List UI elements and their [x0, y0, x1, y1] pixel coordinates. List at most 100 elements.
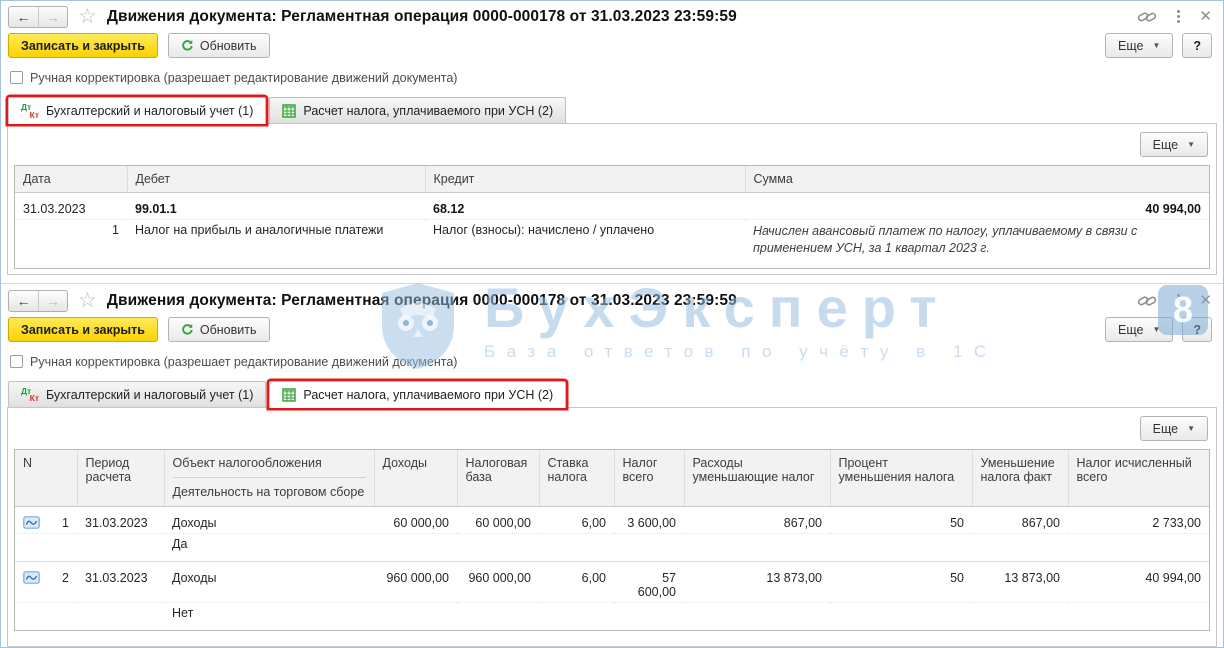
more-label: Еще [1118, 322, 1144, 337]
cell-percent[interactable]: 50 [830, 561, 972, 602]
tab-usn[interactable]: Расчет налога, уплачиваемого при УСН (2) [269, 97, 567, 123]
cell-expenses[interactable]: 13 873,00 [684, 561, 830, 602]
link-icon[interactable] [1136, 8, 1158, 26]
back-button[interactable]: ← [9, 291, 38, 311]
table-row-details[interactable]: Нет [15, 601, 1209, 630]
refresh-icon [182, 323, 193, 335]
tab-accounting[interactable]: Дт Кт Бухгалтерский и налоговый учет (1) [8, 97, 267, 124]
col-trade-activity-label: Деятельность на торговом сборе [172, 477, 366, 499]
col-amount: Сумма [745, 166, 1209, 193]
cell-percent[interactable]: 50 [830, 506, 972, 533]
table-row[interactable]: 31.03.2023 99.01.1 68.12 40 994,00 [15, 193, 1209, 220]
cell-expenses[interactable]: 867,00 [684, 506, 830, 533]
table-row[interactable]: 1 31.03.2023 Доходы 60 000,00 60 000,00 … [15, 506, 1209, 533]
cell-income[interactable]: 60 000,00 [374, 506, 457, 533]
row-number: 2 [62, 570, 69, 585]
cell-debit-account[interactable]: 99.01.1 [127, 193, 425, 220]
save-close-button[interactable]: Записать и закрыть [8, 317, 158, 342]
cell-period[interactable]: 31.03.2023 [77, 506, 164, 533]
manual-adjustment-checkbox[interactable] [10, 71, 23, 84]
help-button[interactable]: ? [1182, 317, 1212, 342]
col-tax-calculated: Налог исчисленный всего [1068, 450, 1209, 507]
panel-more-button[interactable]: Еще ▼ [1139, 132, 1208, 157]
col-income: Доходы [374, 450, 458, 507]
col-n: N [15, 450, 78, 507]
movements-table: Дата Дебет Кредит Сумма 31.03.2023 99.01… [14, 165, 1210, 269]
cell-empty [15, 532, 77, 562]
close-icon[interactable]: ✕ [1199, 9, 1212, 24]
favorite-star-icon[interactable]: ☆ [78, 290, 97, 311]
titlebar-actions: ✕ [1136, 292, 1212, 310]
cell-comment[interactable]: Начислен авансовый платеж по налогу, упл… [745, 219, 1209, 268]
cell-object[interactable]: Доходы [164, 506, 374, 533]
cell-period[interactable]: 31.03.2023 [77, 561, 164, 602]
usn-calc-table: N Период расчета Объект налогообложения … [14, 449, 1210, 631]
command-bar: Записать и закрыть Обновить Еще ▼ ? [0, 30, 1224, 63]
table-row[interactable]: 2 31.03.2023 Доходы 960 000,00 960 000,0… [15, 561, 1209, 602]
col-rate: Ставка налога [539, 450, 615, 507]
save-close-button[interactable]: Записать и закрыть [8, 33, 158, 58]
cell-tax-base[interactable]: 60 000,00 [457, 506, 539, 533]
cell-credit-desc[interactable]: Налог (взносы): начислено / уплачено [425, 219, 745, 268]
window-2-usn-view: ← → ☆ Движения документа: Регламентная о… [0, 284, 1224, 647]
manual-adjustment-label: Ручная корректировка (разрешает редактир… [30, 354, 458, 369]
chevron-down-icon: ▼ [1152, 325, 1161, 334]
cell-debit-desc[interactable]: Налог на прибыль и аналогичные платежи [127, 219, 425, 268]
cell-empty [77, 601, 164, 630]
cell-tax-calc[interactable]: 2 733,00 [1068, 506, 1209, 533]
history-nav: ← → [8, 289, 68, 312]
panel-more-label: Еще [1152, 421, 1179, 436]
refresh-button[interactable]: Обновить [167, 317, 270, 342]
tab-usn[interactable]: Расчет налога, уплачиваемого при УСН (2) [269, 381, 567, 408]
help-button[interactable]: ? [1182, 33, 1212, 58]
refresh-button[interactable]: Обновить [167, 33, 270, 58]
cell-rate[interactable]: 6,00 [539, 561, 614, 602]
cell-tax-calc[interactable]: 40 994,00 [1068, 561, 1209, 602]
forward-button[interactable]: → [38, 290, 67, 311]
chevron-down-icon: ▼ [1187, 424, 1195, 433]
cell-trade-flag[interactable]: Нет [164, 601, 374, 630]
cell-rate[interactable]: 6,00 [539, 506, 614, 533]
comment-text: Начислен авансовый платеж по налогу, упл… [753, 224, 1138, 256]
cell-n[interactable]: 1 [15, 506, 77, 533]
more-button[interactable]: Еще ▼ [1105, 33, 1174, 58]
manual-adjustment-row: Ручная корректировка (разрешает редактир… [0, 63, 1224, 90]
refresh-icon [182, 39, 193, 51]
menu-dots-icon[interactable] [1175, 292, 1182, 309]
refresh-label: Обновить [199, 322, 257, 337]
cell-tax-base[interactable]: 960 000,00 [457, 561, 539, 602]
title-bar: ← → ☆ Движения документа: Регламентная о… [0, 284, 1224, 314]
table-row-details[interactable]: 1 Налог на прибыль и аналогичные платежи… [15, 219, 1209, 268]
command-bar: Записать и закрыть Обновить Еще ▼ ? [0, 314, 1224, 347]
titlebar-actions: ✕ [1136, 8, 1212, 26]
col-credit: Кредит [425, 166, 746, 193]
link-icon[interactable] [1136, 292, 1158, 310]
tab-strip: Дт Кт Бухгалтерский и налоговый учет (1) … [0, 374, 1224, 408]
close-icon[interactable]: ✕ [1199, 293, 1212, 308]
manual-adjustment-checkbox[interactable] [10, 355, 23, 368]
back-button[interactable]: ← [9, 7, 38, 27]
cell-trade-flag[interactable]: Да [164, 532, 374, 562]
favorite-star-icon[interactable]: ☆ [78, 6, 97, 27]
panel-more-button[interactable]: Еще ▼ [1139, 416, 1208, 441]
cell-reduction[interactable]: 13 873,00 [972, 561, 1068, 602]
cell-line-no[interactable]: 1 [15, 219, 127, 268]
forward-button[interactable]: → [38, 6, 67, 27]
tab-usn-label: Расчет налога, уплачиваемого при УСН (2) [303, 388, 554, 402]
cell-amount[interactable]: 40 994,00 [745, 193, 1209, 220]
row-number: 1 [62, 515, 69, 530]
col-reduction-fact: Уменьшение налога факт [972, 450, 1069, 507]
cell-n[interactable]: 2 [15, 561, 77, 602]
cell-tax-total[interactable]: 3 600,00 [614, 506, 684, 533]
cell-object[interactable]: Доходы [164, 561, 374, 602]
menu-dots-icon[interactable] [1175, 8, 1182, 25]
cell-date[interactable]: 31.03.2023 [15, 193, 127, 220]
more-label: Еще [1118, 38, 1144, 53]
tab-accounting[interactable]: Дт Кт Бухгалтерский и налоговый учет (1) [8, 381, 267, 407]
table-row-details[interactable]: Да [15, 532, 1209, 562]
cell-credit-account[interactable]: 68.12 [425, 193, 745, 220]
more-button[interactable]: Еще ▼ [1105, 317, 1174, 342]
cell-reduction[interactable]: 867,00 [972, 506, 1068, 533]
cell-income[interactable]: 960 000,00 [374, 561, 457, 602]
cell-tax-total[interactable]: 57 600,00 [614, 561, 684, 602]
